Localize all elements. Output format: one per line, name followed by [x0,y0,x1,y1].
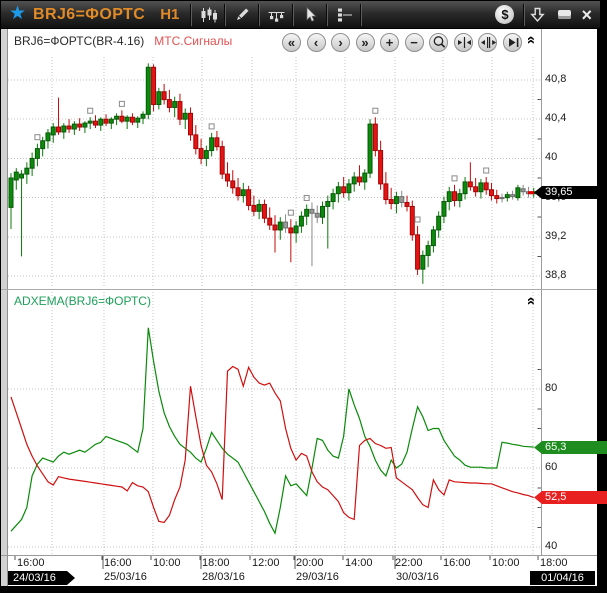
adx-green-value-badge: 65,3 [534,441,607,454]
start-date-badge: 24/03/16 [8,571,75,585]
titlebar[interactable]: ★ BRJ6=ФОРТС H1 $ × [1,1,600,28]
favorite-star-icon: ★ [9,2,26,25]
separator [224,4,226,26]
cursor-pointer-icon[interactable] [295,3,325,27]
price-panel-header: BRJ6=ФОРТС(BR-4.16) МТС.Сигналы [14,34,232,48]
time-axis-line [1,555,597,556]
trade-signals-overlay-icon[interactable] [261,3,291,27]
close-icon[interactable]: × [581,6,592,24]
scroll-left-button[interactable]: ‹ [307,33,326,52]
zoom-in-button[interactable]: + [380,33,399,52]
window-title-symbol: BRJ6=ФОРТС [33,6,145,24]
separator [326,4,328,26]
go-to-end-button[interactable] [503,33,522,52]
expand-scale-button[interactable] [478,33,497,52]
adx-tick-label: 60 [545,461,557,473]
instrument-label: BRJ6=ФОРТС(BR-4.16) [14,34,144,48]
panel-divider[interactable] [1,289,597,290]
draw-pencil-icon[interactable] [227,3,257,27]
scroll-fast-left-button[interactable]: « [282,33,301,52]
date-tick-label: 30/03/16 [396,571,439,583]
download-arrow-icon[interactable] [526,3,548,27]
chart-type-candles-icon[interactable] [193,3,223,27]
separator [523,4,525,26]
price-tick-label: 40 [545,151,557,163]
separator [292,4,294,26]
end-date-badge: 01/04/16 [530,571,595,585]
time-tick-label: 12:00 [252,557,280,569]
adx-tick-label: 40 [545,540,557,552]
time-tick-label: 10:00 [492,557,520,569]
time-tick-label: 18:00 [540,557,568,569]
time-tick-label: 20:00 [296,557,324,569]
price-tick-label: 40,8 [545,73,566,85]
indicator-levels-icon[interactable] [329,3,359,27]
time-tick-label: 10:00 [153,557,181,569]
time-tick-label: 16:00 [443,557,471,569]
price-axis-line [541,29,542,555]
current-price-badge: 39,65 [534,186,607,199]
price-tick-label: 40,4 [545,112,566,124]
adx-indicator-label: ADXEMA(BRJ6=ФОРТС) [14,294,151,308]
signals-label: МТС.Сигналы [154,34,232,48]
collapse-adx-panel-icon[interactable]: « [524,294,538,308]
minimize-icon[interactable] [558,10,571,19]
zoom-out-button[interactable]: − [405,33,424,52]
compress-scale-button[interactable] [454,33,473,52]
date-tick-label: 25/03/16 [104,571,147,583]
price-tick-label: 39,2 [545,230,566,242]
adx-panel-header: ADXEMA(BRJ6=ФОРТС) [14,294,151,308]
scroll-right-button[interactable]: › [331,33,350,52]
time-tick-label: 22:00 [395,557,423,569]
time-tick-label: 16:00 [17,557,45,569]
time-tick-label: 14:00 [345,557,373,569]
scroll-fast-right-button[interactable]: » [356,33,375,52]
separator [190,4,192,26]
time-tick-label: 18:00 [202,557,230,569]
date-tick-label: 29/03/16 [296,571,339,583]
adx-red-value-badge: 52,5 [534,491,607,504]
adx-tick-label: 80 [545,382,557,394]
timeframe-label: H1 [160,6,179,23]
date-tick-label: 28/03/16 [202,571,245,583]
separator [360,4,362,26]
dollar-icon[interactable]: $ [495,5,514,24]
separator [258,4,260,26]
collapse-price-panel-icon[interactable]: « [524,33,538,47]
price-tick-label: 38,8 [545,269,566,281]
time-tick-label: 16:00 [104,557,132,569]
chart-window: ★ BRJ6=ФОРТС H1 $ × [0,0,607,593]
zoom-box-button[interactable] [429,33,448,52]
